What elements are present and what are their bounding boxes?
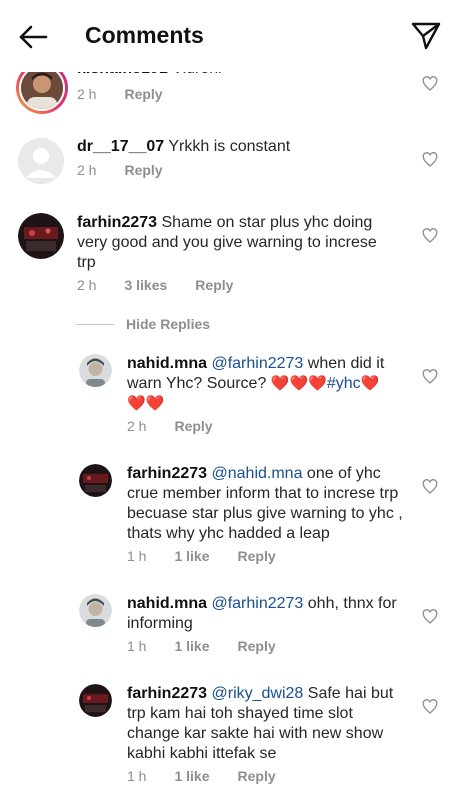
- comment-username[interactable]: farhin2273: [77, 214, 157, 231]
- reply-time: 1 h: [127, 768, 147, 784]
- reply-button[interactable]: Reply: [238, 768, 276, 784]
- divider: [76, 323, 114, 325]
- heart-emoji: ❤️❤️: [127, 395, 165, 412]
- comment-meta: 2 h 3 likes Reply: [77, 277, 261, 293]
- page-title: Comments: [85, 22, 204, 48]
- hide-replies-label: Hide Replies: [126, 316, 211, 332]
- reply-button[interactable]: Reply: [124, 162, 162, 178]
- heart-emoji: ❤️: [360, 375, 380, 392]
- hide-replies-toggle[interactable]: Hide Replies: [76, 316, 210, 332]
- heart-icon[interactable]: [422, 479, 438, 495]
- comment-text: dr__17__07 Yrkkh is constant: [77, 137, 407, 157]
- hashtag-link[interactable]: #yhc: [327, 375, 361, 392]
- comment-body: Yrkkh is constant: [168, 138, 291, 155]
- reply-meta: 1 h 1 like Reply: [127, 638, 304, 654]
- reply-time: 1 h: [127, 638, 147, 654]
- mention-link[interactable]: @farhin2273: [211, 595, 303, 612]
- reply-username[interactable]: nahid.mna: [127, 355, 207, 372]
- paper-plane-icon[interactable]: [410, 20, 442, 52]
- reply-button[interactable]: Reply: [174, 418, 212, 434]
- reply-button[interactable]: Reply: [195, 277, 233, 293]
- mention-link[interactable]: @farhin2273: [211, 355, 303, 372]
- reply-button[interactable]: Reply: [124, 86, 162, 102]
- heart-icon[interactable]: [422, 699, 438, 715]
- reply-meta: 1 h 1 like Reply: [127, 768, 304, 784]
- avatar[interactable]: [79, 684, 112, 717]
- like-count[interactable]: 1 like: [174, 768, 209, 784]
- like-count[interactable]: 1 like: [174, 638, 209, 654]
- heart-icon[interactable]: [422, 152, 438, 168]
- heart-emoji: ❤️❤️❤️: [270, 375, 327, 392]
- comment-meta: 2 h Reply: [77, 86, 191, 102]
- arrow-left-icon[interactable]: [16, 20, 50, 54]
- reply-username[interactable]: farhin2273: [127, 465, 207, 482]
- comment-time: 2 h: [77, 162, 97, 178]
- reply-time: 2 h: [127, 418, 147, 434]
- reply-text: nahid.mna @farhin2273 when did it warn Y…: [127, 354, 397, 414]
- reply-meta: 2 h Reply: [127, 418, 241, 434]
- reply-meta: 1 h 1 like Reply: [127, 548, 304, 564]
- mention-link[interactable]: @riky_dwi28: [212, 685, 304, 702]
- avatar[interactable]: [18, 213, 64, 259]
- heart-icon[interactable]: [422, 369, 438, 385]
- avatar[interactable]: [79, 354, 112, 387]
- comment-meta: 2 h Reply: [77, 162, 191, 178]
- reply-text: farhin2273 @riky_dwi28 Safe hai but trp …: [127, 684, 407, 764]
- comment-time: 2 h: [77, 86, 97, 102]
- avatar[interactable]: [79, 594, 112, 627]
- heart-icon[interactable]: [422, 228, 438, 244]
- comment-username[interactable]: dr__17__07: [77, 138, 164, 155]
- reply-username[interactable]: farhin2273: [127, 685, 207, 702]
- mention-link[interactable]: @nahid.mna: [212, 465, 303, 482]
- heart-icon[interactable]: [422, 609, 438, 625]
- reply-text: farhin2273 @nahid.mna one of yhc crue me…: [127, 464, 407, 544]
- like-count[interactable]: 3 likes: [124, 277, 167, 293]
- comment-time: 2 h: [77, 277, 97, 293]
- avatar[interactable]: [18, 138, 64, 184]
- reply-time: 1 h: [127, 548, 147, 564]
- reply-button[interactable]: Reply: [238, 548, 276, 564]
- reply-text: nahid.mna @farhin2273 ohh, thnx for info…: [127, 594, 407, 634]
- like-count[interactable]: 1 like: [174, 548, 209, 564]
- top-bar: Comments: [0, 0, 463, 72]
- heart-icon[interactable]: [422, 76, 438, 92]
- avatar[interactable]: [79, 464, 112, 497]
- reply-username[interactable]: nahid.mna: [127, 595, 207, 612]
- reply-button[interactable]: Reply: [238, 638, 276, 654]
- comment-text: farhin2273 Shame on star plus yhc doing …: [77, 213, 397, 273]
